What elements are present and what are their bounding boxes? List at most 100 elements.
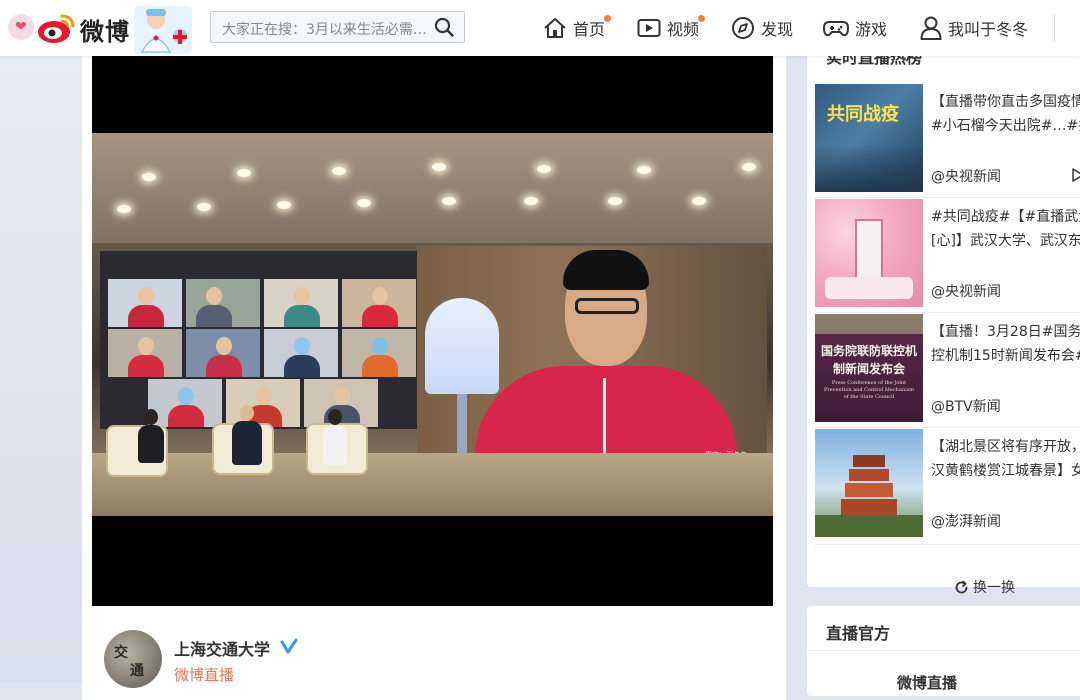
conference-tile — [342, 329, 416, 377]
live-item[interactable]: #共同战疫#【#直播武大 [心]】武汉大学、武汉东 @央视新闻 — [815, 199, 1080, 307]
thumbnail-subtext: Press Conference of the Joint Prevention… — [824, 380, 914, 400]
divider — [807, 650, 1080, 651]
title-line: 【直播带你直击多国疫情 — [931, 94, 1080, 110]
speaker-jacket — [475, 366, 737, 462]
ceiling-light — [524, 197, 538, 205]
glasses — [575, 298, 639, 314]
ceiling — [92, 133, 773, 243]
conference-tile — [264, 279, 338, 327]
weibo-logo[interactable]: ❤ 微博 — [8, 4, 192, 54]
live-item-title[interactable]: #共同战疫#【#直播武大 [心]】武汉大学、武汉东 — [931, 205, 1080, 253]
live-item-source[interactable]: @央视新闻 — [931, 281, 1001, 301]
ceiling-light — [432, 163, 446, 171]
search-box[interactable]: 大家正在搜：3月以来生活必需… — [210, 11, 465, 43]
author-subtitle[interactable]: 微博直播 — [174, 664, 234, 685]
nav-user[interactable]: 我叫于冬冬 — [920, 15, 1028, 41]
live-item-source[interactable]: @央视新闻 — [931, 166, 1001, 186]
conference-tile — [108, 279, 182, 327]
live-hot-list-card: 实时直播热榜 共同战疫 【直播带你直击多国疫情 #小石榴今天出院#…#共 @央视… — [807, 30, 1080, 596]
conference-tile — [226, 379, 300, 427]
live-thumbnail[interactable]: 共同战疫 — [815, 84, 923, 192]
refresh-icon — [955, 580, 968, 593]
live-item-title[interactable]: 【湖北景区将有序开放， 汉黄鹤楼赏江城春景】女 — [931, 435, 1080, 483]
ceiling-light — [742, 163, 756, 171]
nav-video-label: 视频 — [667, 20, 700, 39]
author-name[interactable]: 上海交通大学 — [174, 636, 270, 660]
conference-tile — [108, 329, 182, 377]
nav-home[interactable]: 首页 — [543, 15, 611, 41]
lamp — [425, 298, 499, 394]
ceiling-light — [332, 167, 346, 175]
ceiling-light — [197, 203, 211, 211]
live-item-title[interactable]: 【直播带你直击多国疫情 #小石榴今天出院#…#共 — [931, 90, 1080, 138]
user-icon — [920, 16, 942, 40]
title-line: 汉黄鹤楼赏江城春景】女 — [931, 463, 1080, 479]
ceiling-light — [692, 197, 706, 205]
conference-tile — [148, 379, 222, 427]
live-item-source[interactable]: @BTV新闻 — [931, 396, 1001, 416]
ceiling-light — [277, 201, 291, 209]
stage-floor — [92, 453, 773, 516]
jacket-zipper — [603, 378, 606, 462]
lamp-pole — [457, 394, 467, 462]
refresh-button[interactable]: 换一换 — [954, 577, 1015, 597]
divider — [815, 544, 1080, 545]
title-line: #小石榴今天出院#…#共 — [931, 118, 1080, 134]
live-item-title[interactable]: 【直播！3月28日#国务院 控机制15时新闻发布会# — [931, 320, 1080, 368]
avatar-text: 交 — [114, 645, 128, 661]
main-content: 嘉宾：于冬冬 交 通 上海交通大学 微博直播 — [82, 40, 786, 700]
thumbnail-text: 共同战疫 — [827, 104, 899, 125]
search-input[interactable]: 大家正在搜：3月以来生活必需… — [222, 19, 432, 39]
title-line: #共同战疫#【#直播武大 — [931, 209, 1080, 225]
notification-dot — [698, 15, 705, 22]
title-line: 【直播！3月28日#国务院 — [931, 324, 1080, 340]
nav-divider — [1054, 14, 1055, 42]
nav-user-label: 我叫于冬冬 — [948, 20, 1029, 39]
title-line: [心]】武汉大学、武汉东 — [931, 233, 1080, 249]
live-thumbnail[interactable] — [815, 429, 923, 537]
live-thumbnail[interactable]: 国务院联防联控机制新闻发布会 Press Conference of the J… — [815, 314, 923, 422]
ceiling-light — [442, 197, 456, 205]
ceiling-light — [117, 205, 131, 213]
ceiling-light — [237, 169, 251, 177]
play-icon[interactable] — [1071, 168, 1080, 182]
ceiling-light — [637, 166, 651, 174]
conference-tile — [186, 329, 260, 377]
live-thumbnail[interactable] — [815, 199, 923, 307]
page-background-left — [0, 0, 82, 683]
live-item[interactable]: 共同战疫 【直播带你直击多国疫情 #小石榴今天出院#…#共 @央视新闻 — [815, 84, 1080, 192]
home-icon — [544, 18, 566, 38]
nav-game[interactable]: 游戏 — [823, 15, 887, 41]
ceiling-light — [537, 165, 551, 173]
author-avatar[interactable]: 交 通 — [104, 630, 162, 688]
live-item[interactable]: 国务院联防联控机制新闻发布会 Press Conference of the J… — [815, 314, 1080, 422]
heart-icon: ❤ — [8, 14, 34, 40]
title-line: 控机制15时新闻发布会# — [931, 348, 1080, 364]
top-navigation-bar: ❤ 微博 大家正在搜：3月以来生活必需… 首页 视频 发现 游戏 我叫于冬冬 — [0, 0, 1080, 56]
ceiling-light — [608, 197, 622, 205]
title-line: 【湖北景区将有序开放， — [931, 439, 1080, 455]
gamepad-icon — [823, 21, 849, 37]
live-item[interactable]: 【湖北景区将有序开放， 汉黄鹤楼赏江城春景】女 @澎湃新闻 — [815, 429, 1080, 537]
conference-tile — [186, 279, 260, 327]
video-icon — [637, 19, 661, 37]
video-conference-grid — [100, 251, 417, 429]
avatar-text: 通 — [130, 663, 144, 679]
nav-discover-label: 发现 — [761, 20, 794, 39]
nav-discover[interactable]: 发现 — [731, 15, 793, 41]
conference-tile — [342, 279, 416, 327]
weibo-eye-icon — [38, 14, 75, 43]
nav-game-label: 游戏 — [855, 20, 888, 39]
nav-video[interactable]: 视频 — [637, 15, 705, 41]
live-item-source[interactable]: @澎湃新闻 — [931, 511, 1001, 531]
ceiling-light — [142, 173, 156, 181]
live-video-player[interactable]: 嘉宾：于冬冬 — [92, 56, 773, 606]
ceiling-light — [357, 199, 371, 207]
nav-home-label: 首页 — [573, 20, 606, 39]
divider — [815, 197, 1080, 198]
search-icon[interactable] — [434, 17, 454, 37]
doctor-mascot-icon — [134, 6, 192, 54]
divider — [815, 312, 1080, 313]
thumbnail-text: 国务院联防联控机制新闻发布会 — [821, 344, 918, 376]
notification-dot — [604, 15, 611, 22]
